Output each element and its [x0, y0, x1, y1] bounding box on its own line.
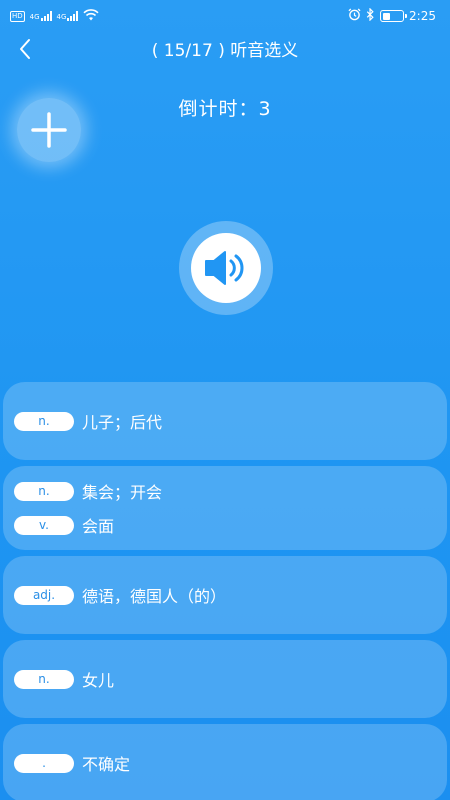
- status-right: 2:25: [348, 7, 436, 24]
- answer-option-3[interactable]: adj. 德语，德国人（的）: [3, 556, 447, 634]
- answer-option-1[interactable]: n. 儿子；后代: [3, 382, 447, 460]
- answer-options: n. 儿子；后代 n. 集会；开会 v. 会面 adj. 德语，德国人（的） n…: [3, 382, 447, 800]
- meaning-row: adj. 德语，德国人（的）: [14, 578, 447, 612]
- 4g-signal-icon: 4G: [30, 11, 52, 21]
- hd-icon: HD: [10, 10, 25, 22]
- definition-text: 儿子；后代: [82, 413, 163, 432]
- part-of-speech-badge: adj.: [14, 585, 74, 605]
- definition-text: 集会；开会: [82, 483, 163, 502]
- status-left: HD 4G 4G: [10, 8, 99, 24]
- countdown-label: 倒计时：3: [178, 98, 272, 120]
- meaning-row: v. 会面: [14, 508, 447, 542]
- part-of-speech-badge: n.: [14, 411, 74, 431]
- battery-icon: [380, 10, 408, 22]
- part-of-speech-badge: .: [14, 753, 74, 773]
- answer-option-4[interactable]: n. 女儿: [3, 640, 447, 718]
- meaning-row: n. 集会；开会: [14, 474, 447, 508]
- play-audio-inner[interactable]: [191, 233, 261, 303]
- meaning-row: n. 儿子；后代: [14, 404, 447, 438]
- meaning-row: . 不确定: [14, 746, 447, 780]
- header: ( 15/17 ) 听音选义: [0, 32, 450, 66]
- definition-text: 会面: [82, 517, 115, 536]
- definition-text: 德语，德国人（的）: [82, 587, 227, 606]
- status-bar: HD 4G 4G 2:25: [0, 0, 450, 32]
- alarm-icon: [348, 8, 361, 24]
- part-of-speech-badge: n.: [14, 481, 74, 501]
- answer-option-2[interactable]: n. 集会；开会 v. 会面: [3, 466, 447, 550]
- 4g-signal-icon: 4G: [57, 11, 79, 21]
- definition-text: 不确定: [82, 755, 131, 774]
- bluetooth-icon: [366, 7, 375, 24]
- definition-text: 女儿: [82, 671, 115, 690]
- meaning-row: n. 女儿: [14, 662, 447, 696]
- part-of-speech-badge: n.: [14, 669, 74, 689]
- page-title: ( 15/17 ) 听音选义: [151, 41, 299, 61]
- status-time: 2:25: [409, 9, 436, 23]
- play-audio-button[interactable]: [179, 221, 273, 315]
- answer-option-5[interactable]: . 不确定: [3, 724, 447, 800]
- wifi-icon: [83, 8, 99, 24]
- speaker-icon: [205, 251, 244, 285]
- part-of-speech-badge: v.: [14, 515, 74, 535]
